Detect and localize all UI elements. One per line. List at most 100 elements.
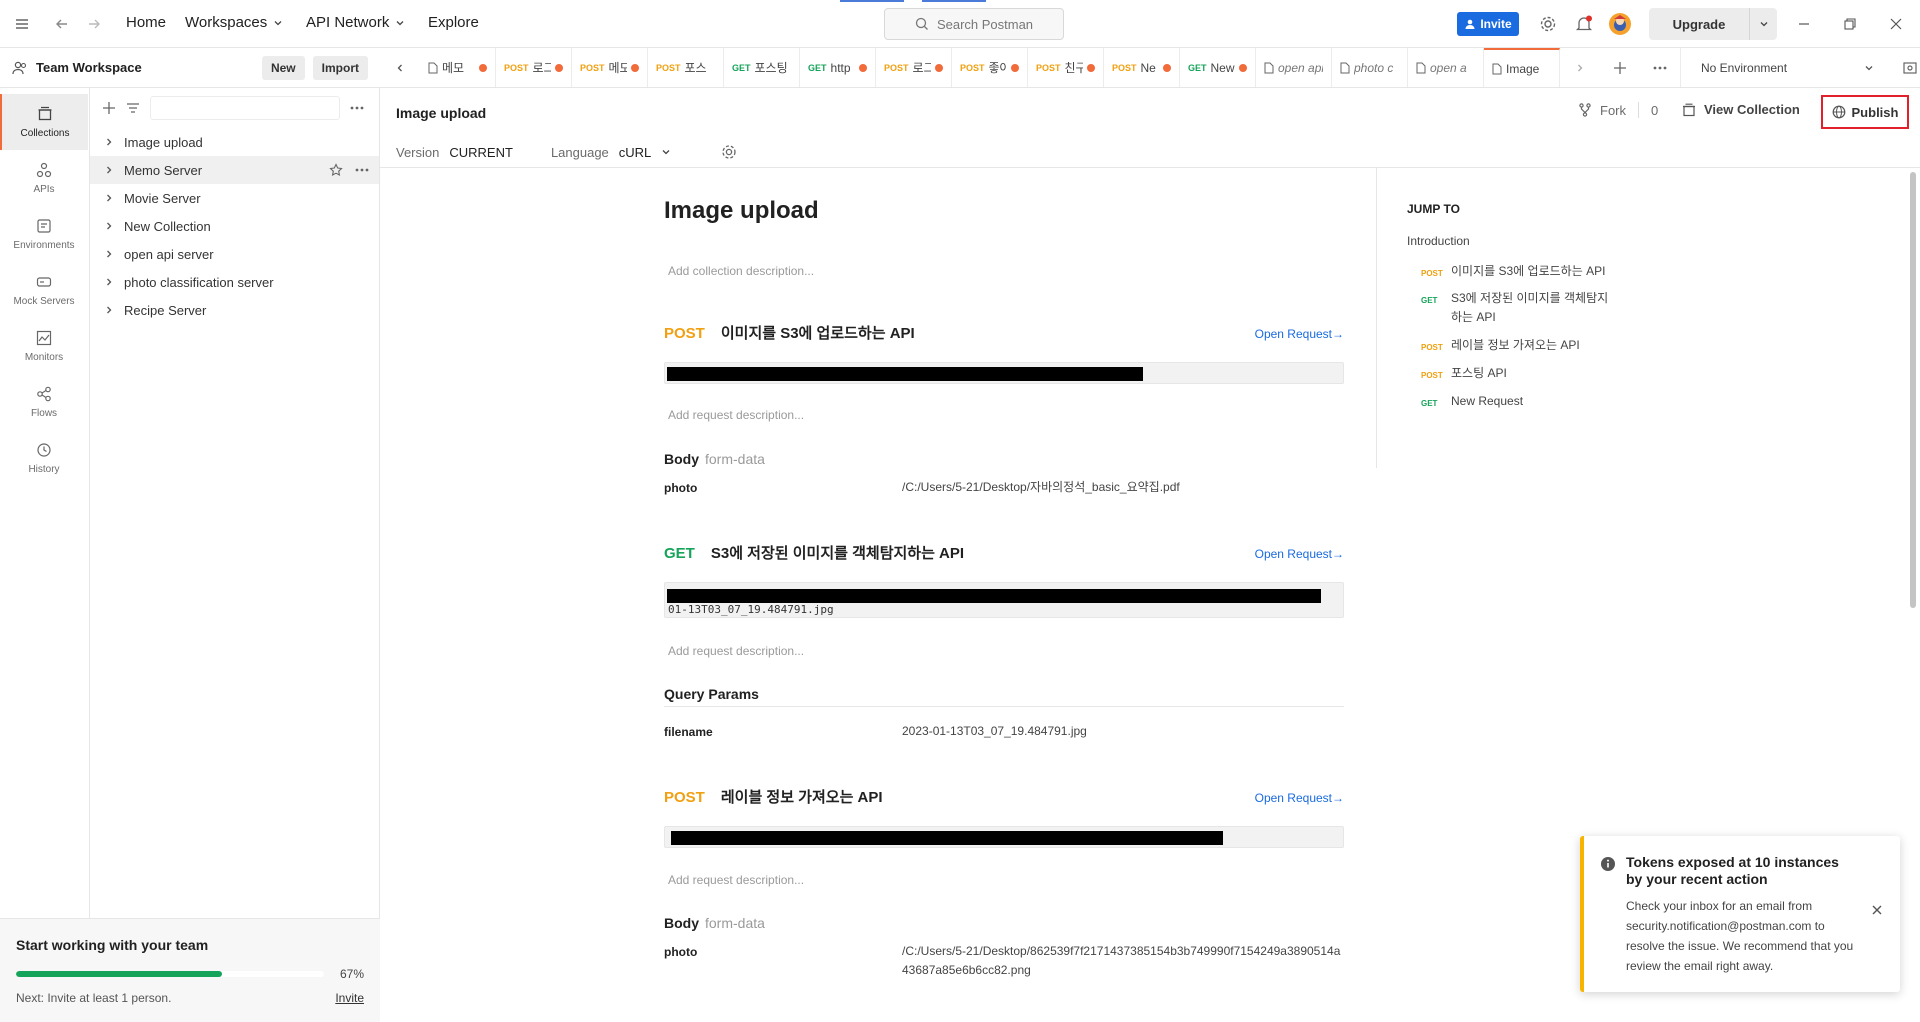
sidebar-item-environments[interactable]: Environments [0,206,88,262]
new-tab-plus-icon[interactable] [1600,48,1640,87]
request-tab[interactable]: POST로그 [496,48,572,87]
request-tab[interactable]: open api [1256,48,1332,87]
documentation-content: Image upload Add collection description.… [664,168,1344,1022]
sidebar-item-history[interactable]: History [0,430,88,486]
sidebar-item-monitors[interactable]: Monitors [0,318,88,374]
jump-to-introduction[interactable]: Introduction [1407,234,1470,248]
collections-filter-input[interactable] [150,96,340,120]
import-button[interactable]: Import [312,55,368,80]
collection-item[interactable]: Image upload [90,128,379,156]
document-icon [428,62,438,74]
chevron-right-icon[interactable] [1560,48,1600,87]
jump-to-item[interactable]: POST 이미지를 S3에 업로드하는 API [1421,262,1611,283]
sidebar-item-apis[interactable]: APIs [0,150,88,206]
jump-to-item[interactable]: POST 레이블 정보 가져오는 API [1421,336,1611,357]
more-options-icon[interactable] [355,163,369,177]
collection-description-placeholder[interactable]: Add collection description... [668,264,814,278]
environment-select[interactable]: No Environment [1680,48,1890,87]
plus-icon[interactable] [102,101,116,115]
request-tab[interactable]: 메모 [420,48,496,87]
team-invite-link[interactable]: Invite [335,991,364,1005]
redacted-url [671,831,1223,845]
collection-item[interactable]: open api server [90,240,379,268]
close-icon[interactable] [1871,904,1883,916]
filter-icon[interactable] [126,101,140,115]
upgrade-button[interactable]: Upgrade [1649,8,1777,40]
forward-arrow-icon[interactable] [82,12,106,36]
param-value: /C:/Users/5-21/Desktop/862539f7f21714373… [902,944,1341,977]
language-select[interactable]: cURL [619,145,652,160]
sidebar-item-collections[interactable]: Collections [0,94,88,150]
search-input[interactable]: Search Postman [884,8,1064,40]
request-tab[interactable]: POST친구 [1028,48,1104,87]
avatar[interactable] [1608,12,1632,36]
collection-item[interactable]: New Collection [90,212,379,240]
chevron-down-icon[interactable] [1749,8,1777,40]
minimize-icon[interactable] [1792,12,1816,36]
sidebar-item-mock-servers[interactable]: Mock Servers [0,262,88,318]
request-tab[interactable]: GET http [800,48,876,87]
jump-to-item[interactable]: POST 포스팅 API [1421,364,1611,385]
restore-icon[interactable] [1838,12,1862,36]
unsaved-dot [1087,63,1095,72]
open-request-link[interactable]: Open Request→ [1255,791,1344,805]
new-button[interactable]: New [261,55,305,80]
request-tab[interactable]: POST좋아 [952,48,1028,87]
sidebar-item-flows[interactable]: Flows [0,374,88,430]
view-collection-label: View Collection [1704,102,1800,117]
nav-workspaces[interactable]: Workspaces [185,14,283,31]
jump-to-item[interactable]: GET S3에 저장된 이미지를 객체탐지하는 API [1421,289,1611,327]
back-arrow-icon[interactable] [50,12,74,36]
request-tab[interactable]: POST로그 [876,48,952,87]
menu-icon[interactable] [10,12,34,36]
request-tab[interactable]: GET New [1180,48,1256,87]
more-options-icon[interactable] [1640,48,1680,87]
request-description-placeholder[interactable]: Add request description... [668,408,804,422]
jump-item-method: GET [1421,296,1438,305]
request-description-placeholder[interactable]: Add request description... [668,644,804,658]
collection-item[interactable]: photo classification server [90,268,379,296]
nav-api-network[interactable]: API Network [306,14,405,31]
request-tab[interactable]: open a [1408,48,1484,87]
settings-gear-icon[interactable] [721,144,737,160]
invite-button[interactable]: Invite [1457,12,1519,36]
more-options-icon[interactable] [350,106,364,110]
request-tab[interactable]: POST Ne [1104,48,1180,87]
collections-icon [1682,103,1696,117]
request-name: 레이블 정보 가져오는 API [720,789,883,806]
collection-item[interactable]: Movie Server [90,184,379,212]
publish-label: Publish [1851,104,1899,120]
request-tab[interactable]: GET 포스팅 [724,48,800,87]
publish-button[interactable]: Publish [1821,95,1909,129]
collection-item[interactable]: Recipe Server [90,296,379,324]
star-icon[interactable] [329,163,343,177]
notification-bell-icon[interactable] [1572,12,1596,36]
collection-item[interactable]: Memo Server [90,156,379,184]
chevron-down-icon[interactable] [661,147,671,157]
collection-name: Recipe Server [124,302,207,318]
tab-method: POST [504,62,529,73]
request-description-placeholder[interactable]: Add request description... [668,873,804,887]
open-request-link[interactable]: Open Request→ [1255,547,1344,561]
settings-gear-icon[interactable] [1536,12,1560,36]
open-request-link[interactable]: Open Request→ [1255,327,1344,341]
close-icon[interactable] [1884,12,1908,36]
view-collection-button[interactable]: View Collection [1682,102,1800,117]
nav-home[interactable]: Home [126,14,166,31]
tab-label: 포스 [684,61,707,75]
section-sublabel: form-data [705,451,765,467]
invite-label: Invite [1480,17,1512,31]
request-tab[interactable]: Image [1484,48,1560,87]
nav-explore[interactable]: Explore [428,14,479,31]
jump-to-item[interactable]: GET New Request [1421,392,1611,413]
request-tab[interactable]: POST 포스 [648,48,724,87]
request-header: POST 레이블 정보 가져오는 API Open Request→ [664,786,1344,807]
scrollbar[interactable] [1910,172,1916,608]
environment-quick-look-icon[interactable] [1890,48,1920,87]
request-tab[interactable]: POST메모 [572,48,648,87]
chevron-left-icon[interactable] [380,48,420,87]
version-select[interactable]: CURRENT [449,145,513,160]
document-icon [1340,62,1350,74]
fork-button[interactable]: Fork 0 [1578,102,1658,118]
request-tab[interactable]: photo c [1332,48,1408,87]
